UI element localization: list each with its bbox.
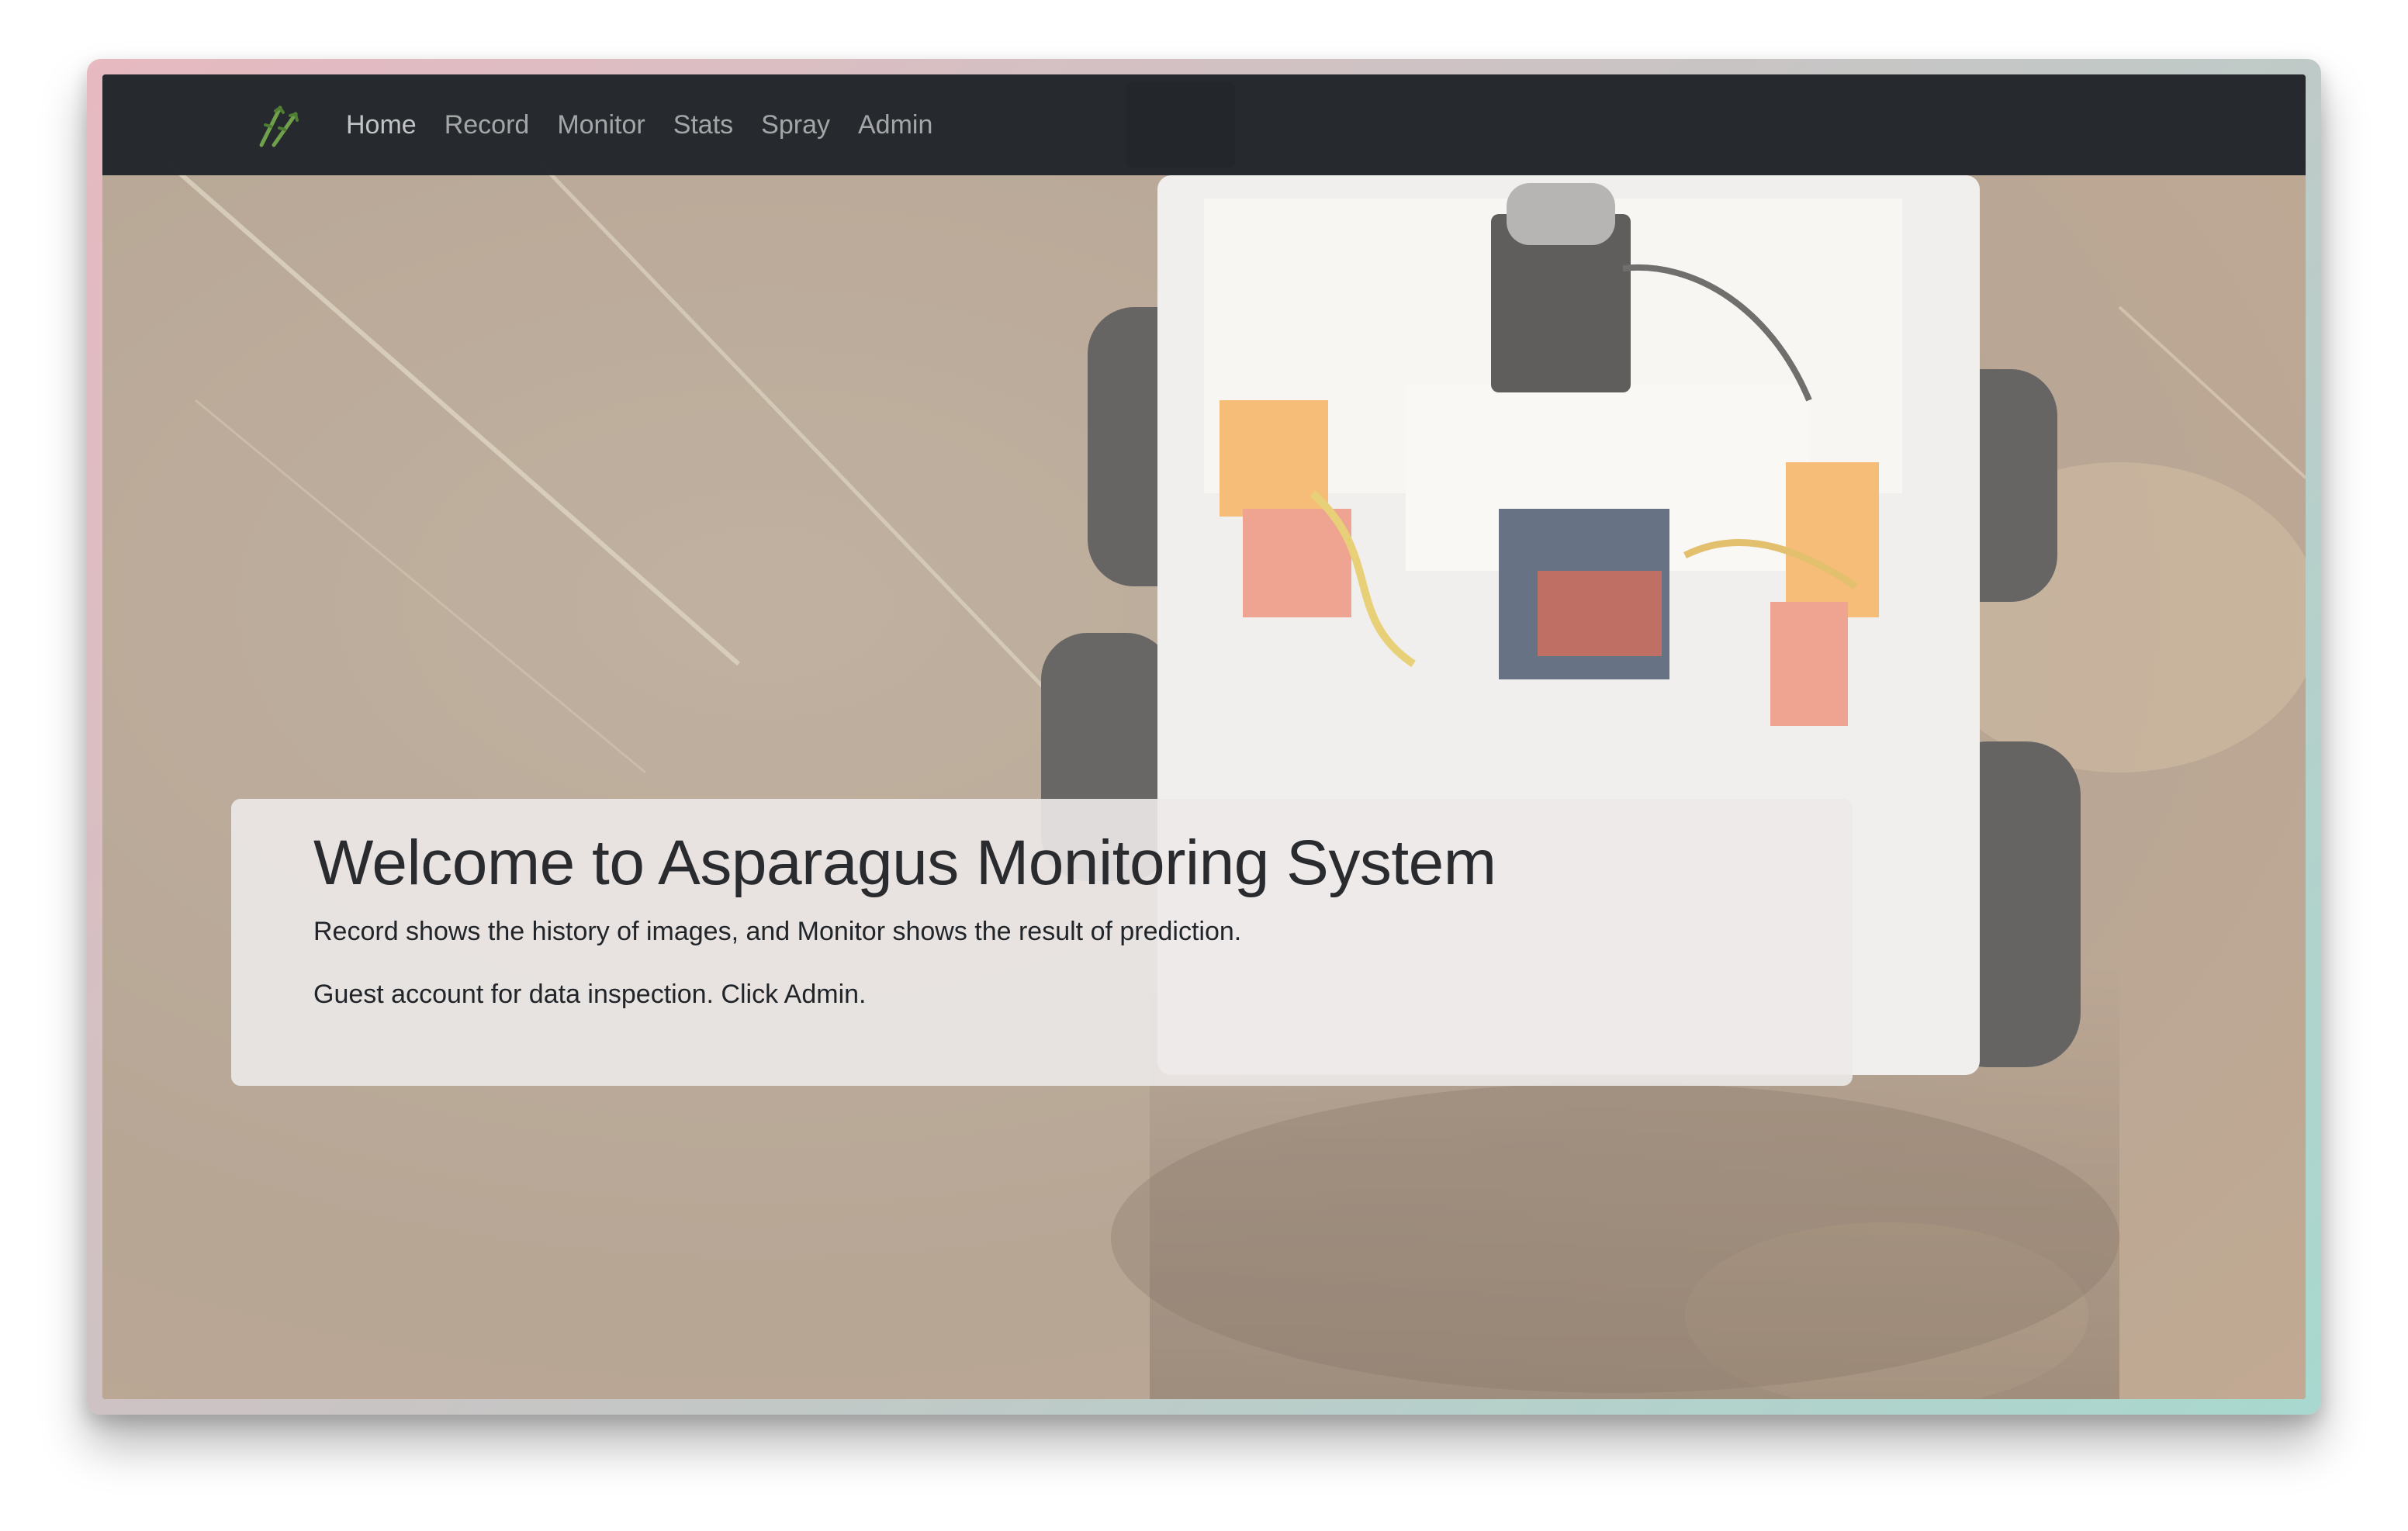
page-viewport: Home Record Monitor Stats Spray Admin We… bbox=[102, 74, 2306, 1399]
asparagus-logo-icon[interactable] bbox=[251, 98, 306, 152]
welcome-card: Welcome to Asparagus Monitoring System R… bbox=[231, 799, 1853, 1086]
nav-link-spray[interactable]: Spray bbox=[761, 110, 830, 140]
top-navbar: Home Record Monitor Stats Spray Admin bbox=[102, 74, 2306, 175]
lead-description: Record shows the history of images, and … bbox=[313, 917, 1242, 947]
nav-link-admin[interactable]: Admin bbox=[858, 110, 932, 140]
browser-window: Home Record Monitor Stats Spray Admin We… bbox=[87, 59, 2321, 1415]
nav-link-stats[interactable]: Stats bbox=[673, 110, 733, 140]
page-title: Welcome to Asparagus Monitoring System bbox=[313, 828, 1496, 898]
nav-link-record[interactable]: Record bbox=[445, 110, 530, 140]
nav-link-home[interactable]: Home bbox=[346, 110, 417, 140]
background-fade-overlay bbox=[102, 74, 2306, 1399]
nav-links: Home Record Monitor Stats Spray Admin bbox=[346, 110, 960, 140]
guest-account-note: Guest account for data inspection. Click… bbox=[313, 980, 867, 1010]
nav-link-monitor[interactable]: Monitor bbox=[557, 110, 645, 140]
